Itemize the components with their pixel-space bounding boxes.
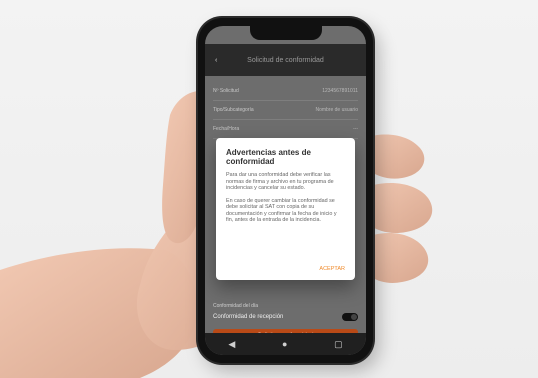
photo-scene: ‹ Solicitud de conformidad Nº Solicitud …: [0, 0, 538, 378]
toggle-row: Conformidad de recepción: [213, 313, 358, 321]
back-icon[interactable]: ◀: [228, 339, 235, 350]
dialog-title: Advertencias antes de conformidad: [226, 148, 311, 166]
arrow-left-icon[interactable]: ‹: [215, 57, 227, 64]
android-navbar: ◀ ● ▢: [205, 333, 366, 355]
detail-value: Nombre de usuario: [315, 107, 358, 113]
details-list: Nº Solicitud 1234567891011 Tipo/Subcateg…: [205, 76, 366, 145]
detail-row: Fecha/Hora ---: [213, 120, 358, 139]
section-label: Conformidad del día: [213, 303, 259, 309]
toggle-switch[interactable]: [342, 313, 358, 321]
phone-screen: ‹ Solicitud de conformidad Nº Solicitud …: [205, 26, 366, 355]
detail-row: Nº Solicitud 1234567891011: [213, 82, 358, 101]
detail-label: Nº Solicitud: [213, 88, 239, 94]
phone-notch: [249, 26, 322, 40]
detail-label: Tipo/Subcategoría: [213, 107, 254, 113]
detail-value: 1234567891011: [322, 88, 358, 94]
modal-dialog: Advertencias antes de conformidad Para d…: [216, 138, 355, 280]
app-bar-title: Solicitud de conformidad: [247, 56, 324, 64]
toggle-label: Conformidad de recepción: [213, 314, 284, 320]
detail-value: ---: [353, 126, 358, 132]
detail-row: Tipo/Subcategoría Nombre de usuario: [213, 101, 358, 120]
dialog-accept-button[interactable]: ACEPTAR: [319, 266, 345, 272]
recent-apps-icon[interactable]: ▢: [334, 339, 343, 350]
app-bar: ‹ Solicitud de conformidad: [205, 44, 366, 76]
smartphone: ‹ Solicitud de conformidad Nº Solicitud …: [198, 18, 373, 363]
home-icon[interactable]: ●: [282, 339, 287, 349]
dialog-paragraph-2: En caso de querer cambiar la conformidad…: [226, 197, 337, 224]
dialog-paragraph-1: Para dar una conformidad debe verificar …: [226, 172, 334, 191]
detail-label: Fecha/Hora: [213, 126, 240, 132]
